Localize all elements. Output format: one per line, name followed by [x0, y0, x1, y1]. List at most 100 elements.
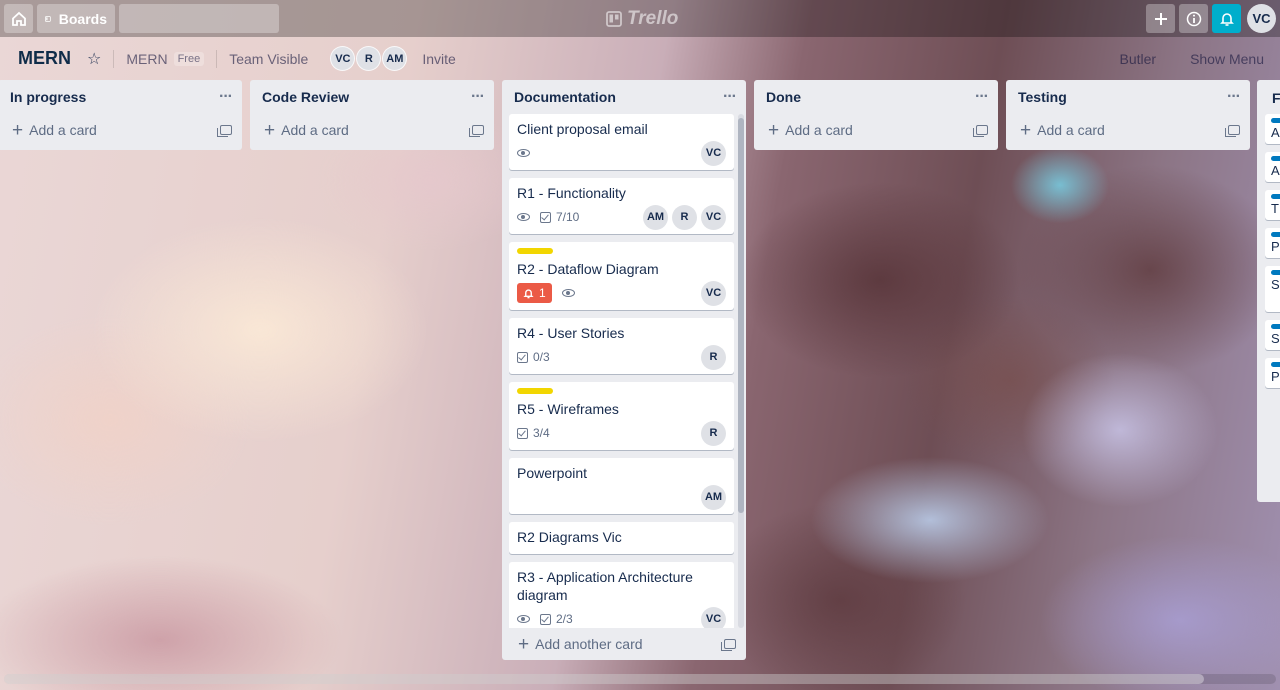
home-button[interactable] — [4, 4, 33, 33]
card-title: R4 - User Stories — [517, 325, 625, 341]
more-icon[interactable]: ··· — [723, 88, 737, 106]
add-card-button[interactable]: + Add a card — [0, 114, 242, 146]
template-icon[interactable] — [973, 125, 988, 137]
partial-card[interactable]: S — [1265, 320, 1280, 350]
card-member-avatar[interactable]: VC — [701, 606, 726, 628]
card-label[interactable] — [517, 388, 553, 394]
show-menu-button[interactable]: Show Menu — [1184, 45, 1270, 73]
template-icon[interactable] — [469, 125, 484, 137]
list-title[interactable]: F — [1257, 80, 1280, 114]
star-button[interactable]: ☆ — [81, 45, 107, 73]
card-title: R3 - Application Architecture diagram — [517, 569, 693, 603]
eye-icon — [517, 149, 530, 157]
search-box[interactable] — [84, 4, 279, 33]
plus-icon: + — [264, 119, 276, 141]
list-scroll-thumb[interactable] — [738, 118, 744, 513]
card-r2-diagrams-vic[interactable]: R2 Diagrams Vic — [509, 522, 734, 554]
card-powerpoint[interactable]: Powerpoint AM — [509, 458, 734, 514]
team-name: MERN — [126, 50, 168, 67]
card-client-proposal-email[interactable]: Client proposal email VC — [509, 114, 734, 170]
member-avatar[interactable]: R — [356, 46, 382, 71]
member-avatar[interactable]: VC — [330, 46, 356, 71]
add-card-button[interactable]: + Add a card — [754, 114, 998, 146]
partial-card-text: T — [1271, 201, 1279, 216]
card-member-avatar[interactable]: R — [701, 344, 726, 370]
watch-badge — [517, 149, 530, 157]
checklist-icon — [540, 211, 551, 223]
checklist-icon — [517, 427, 528, 439]
visibility-label: Team Visible — [229, 50, 309, 67]
more-icon[interactable]: ··· — [219, 88, 233, 106]
member-avatar[interactable]: AM — [382, 46, 408, 71]
card-member-avatar[interactable]: R — [672, 204, 697, 230]
card-label[interactable] — [517, 248, 553, 254]
divider — [216, 49, 218, 68]
checklist-badge: 3/4 — [517, 426, 550, 440]
list-partial: F A A T P S S P — [1257, 80, 1280, 502]
home-icon — [11, 11, 26, 26]
search-input[interactable] — [84, 10, 273, 27]
board-name[interactable]: MERN — [4, 48, 81, 69]
card-title: Client proposal email — [517, 121, 648, 137]
partial-card[interactable]: T — [1265, 190, 1280, 220]
card-r2-dataflow-diagram[interactable]: R2 - Dataflow Diagram 1 VC — [509, 242, 734, 310]
list-scrollbar[interactable] — [738, 114, 744, 628]
card-member-avatar[interactable]: VC — [701, 280, 726, 306]
add-card-button[interactable]: + Add a card — [1006, 114, 1250, 146]
list-title[interactable]: In progress — [10, 89, 86, 105]
trello-logo[interactable]: Trello — [606, 8, 678, 30]
partial-card[interactable]: A — [1265, 114, 1280, 144]
card-member-avatar[interactable]: VC — [701, 204, 726, 230]
checklist-count: 2/3 — [556, 612, 573, 626]
create-button[interactable] — [1146, 4, 1175, 33]
board-scrollbar[interactable] — [4, 674, 1276, 684]
watch-badge — [517, 213, 530, 221]
partial-card[interactable]: S — [1265, 266, 1280, 312]
more-icon[interactable]: ··· — [1227, 88, 1241, 106]
card-list: Client proposal email VC R1 - Functional… — [502, 114, 746, 628]
card-r1-functionality[interactable]: R1 - Functionality 7/10 AM R VC — [509, 178, 734, 234]
team-button[interactable]: MERN Free — [120, 45, 210, 73]
butler-button[interactable]: Butler — [1113, 45, 1162, 73]
partial-card[interactable]: P — [1265, 358, 1280, 388]
card-r4-user-stories[interactable]: R4 - User Stories 0/3 R — [509, 318, 734, 374]
template-icon[interactable] — [1225, 125, 1240, 137]
card-r3-application-architecture[interactable]: R3 - Application Architecture diagram 2/… — [509, 562, 734, 628]
card-member-avatar[interactable]: R — [701, 420, 726, 446]
card-member-avatar[interactable]: AM — [701, 484, 726, 510]
list-documentation: Documentation ··· Client proposal email … — [502, 80, 746, 660]
boards-icon — [45, 15, 51, 22]
template-icon[interactable] — [217, 125, 232, 137]
partial-card[interactable]: A — [1265, 152, 1280, 182]
card-r5-wireframes[interactable]: R5 - Wireframes 3/4 R — [509, 382, 734, 450]
user-avatar[interactable]: VC — [1247, 4, 1276, 33]
visibility-button[interactable]: Team Visible — [223, 45, 314, 73]
card-member-avatar[interactable]: AM — [643, 204, 668, 230]
card-label — [1271, 232, 1280, 237]
checklist-badge: 2/3 — [540, 612, 573, 626]
board-header: MERN ☆ MERN Free Team Visible VC R AM In… — [0, 37, 1280, 80]
template-icon[interactable] — [721, 639, 736, 651]
due-count: 1 — [539, 286, 546, 300]
info-button[interactable] — [1179, 4, 1208, 33]
notifications-button[interactable] — [1212, 4, 1241, 33]
list-title[interactable]: Testing — [1018, 89, 1067, 105]
list-title[interactable]: Code Review — [262, 89, 349, 105]
add-another-card-button[interactable]: + Add another card — [502, 628, 746, 660]
eye-icon — [561, 289, 575, 297]
add-card-label: Add a card — [1037, 122, 1105, 138]
more-icon[interactable]: ··· — [975, 88, 989, 106]
more-icon[interactable]: ··· — [471, 88, 485, 106]
info-icon — [1186, 11, 1201, 26]
list-title[interactable]: Done — [766, 89, 801, 105]
partial-card[interactable]: P — [1265, 228, 1280, 258]
card-title: R2 - Dataflow Diagram — [517, 261, 659, 277]
card-label — [1271, 118, 1280, 123]
add-card-label: Add another card — [535, 636, 643, 652]
list-title[interactable]: Documentation — [514, 89, 616, 105]
add-card-button[interactable]: + Add a card — [250, 114, 494, 146]
add-card-label: Add a card — [281, 122, 349, 138]
board-scroll-thumb[interactable] — [4, 674, 1204, 684]
card-member-avatar[interactable]: VC — [701, 140, 726, 166]
invite-button[interactable]: Invite — [416, 45, 461, 73]
